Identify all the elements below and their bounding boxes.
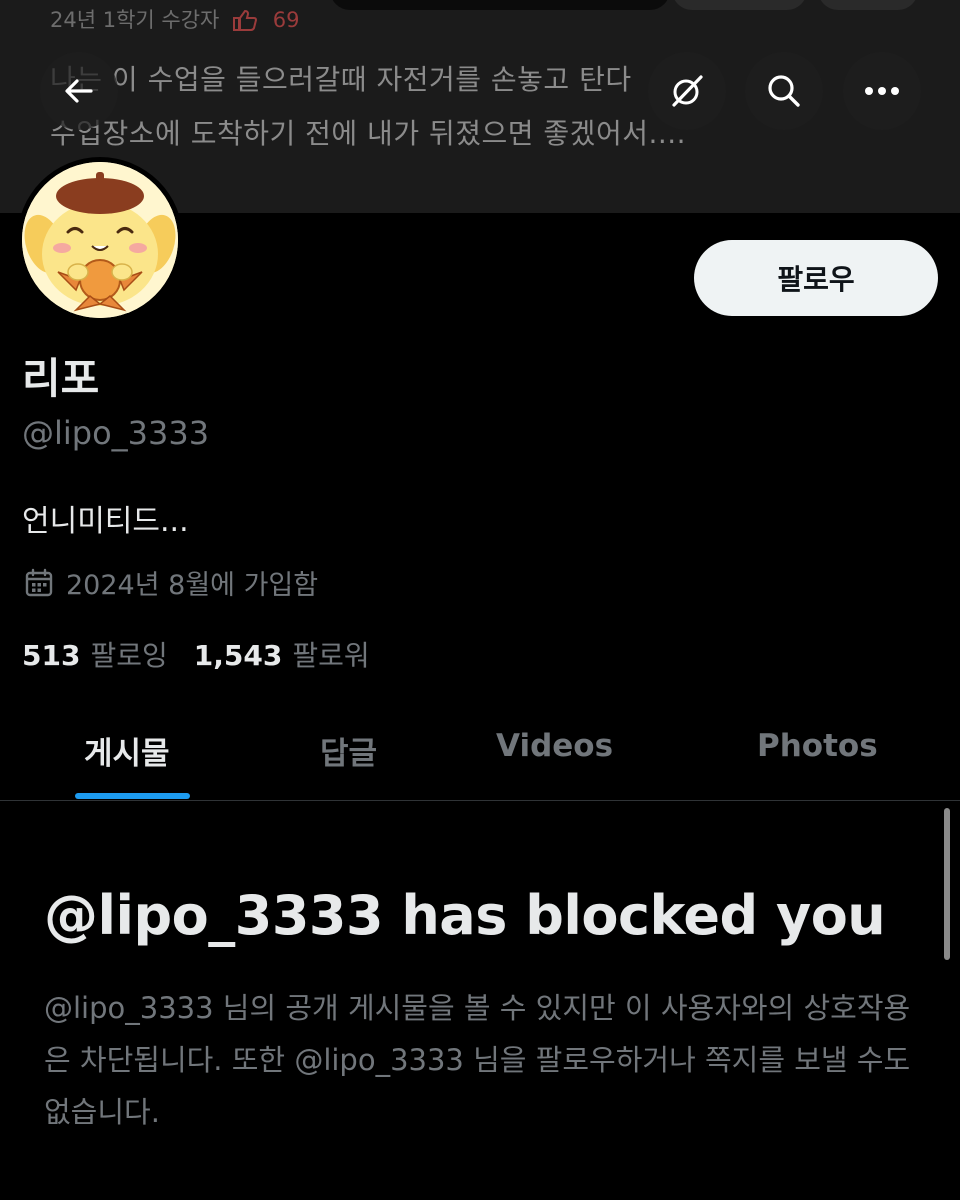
- banner-ui-fragment: [818, 0, 918, 10]
- more-button[interactable]: [843, 52, 921, 130]
- grok-button[interactable]: [648, 52, 726, 130]
- banner-likes: 69: [272, 8, 300, 32]
- active-tab-indicator: [75, 793, 190, 799]
- following-count: 513: [22, 639, 81, 672]
- blocked-description: @lipo_3333 님의 공개 게시물을 볼 수 있지만 이 사용자와의 상호…: [44, 991, 911, 1129]
- back-button[interactable]: [40, 52, 118, 130]
- avatar[interactable]: [17, 157, 183, 323]
- follow-button[interactable]: 팔로우: [694, 240, 938, 316]
- banner-ui-fragment: [330, 0, 670, 10]
- scrollbar[interactable]: [944, 808, 950, 960]
- search-icon: [768, 75, 800, 107]
- following-label: 팔로잉: [90, 639, 168, 672]
- calendar-icon: [25, 568, 53, 596]
- banner-ui-fragment: [672, 0, 807, 10]
- user-bio: 언니미티드...: [22, 504, 189, 539]
- followers-link[interactable]: 1,543 팔로워: [194, 634, 370, 674]
- followers-label: 팔로워: [292, 639, 370, 672]
- user-handle: @lipo_3333: [22, 414, 210, 452]
- profile-tabs: 게시물 답글 Videos Photos: [0, 700, 960, 800]
- search-button[interactable]: [745, 52, 823, 130]
- tab-photos[interactable]: Photos: [757, 728, 878, 764]
- tab-replies[interactable]: 답글: [320, 728, 377, 773]
- banner-meta: 24년 1학기 수강자 69: [50, 4, 299, 34]
- thumbs-up-icon: [233, 9, 258, 31]
- arrow-left-icon: [65, 79, 93, 103]
- blocked-title: @lipo_3333 has blocked you: [44, 884, 886, 947]
- tab-posts[interactable]: 게시물: [84, 728, 170, 773]
- followers-count: 1,543: [193, 639, 283, 672]
- following-link[interactable]: 513 팔로잉: [22, 634, 168, 674]
- join-date-text: 2024년 8월에 가입함: [66, 570, 319, 601]
- display-name: 리포: [22, 354, 100, 403]
- divider: [0, 800, 960, 801]
- tab-videos[interactable]: Videos: [496, 728, 613, 764]
- more-dots-icon: [865, 87, 899, 95]
- follow-stats: 513 팔로잉 1,543 팔로워: [22, 634, 370, 674]
- join-date: 2024년 8월에 가입함: [24, 563, 318, 602]
- pompompurin-avatar: [22, 162, 178, 318]
- banner-meta-text: 24년 1학기 수강자: [50, 8, 220, 32]
- grok-icon: [672, 75, 703, 107]
